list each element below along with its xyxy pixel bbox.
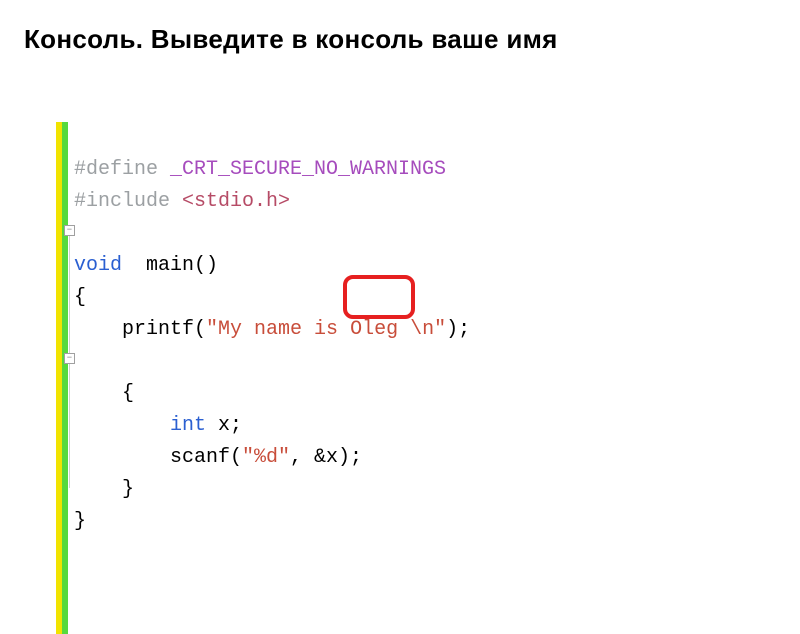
- scanf-format: "%d": [242, 446, 290, 469]
- indent-dots: [74, 446, 170, 469]
- indent-dots: [74, 414, 170, 437]
- define-directive: #define: [74, 158, 170, 181]
- int-keyword: int: [170, 414, 206, 437]
- var-decl: x;: [206, 414, 242, 437]
- code-block: #define _CRT_SECURE_NO_WARNINGS #include…: [56, 122, 696, 634]
- name-highlight-box: [343, 275, 415, 319]
- include-directive: #include: [74, 190, 182, 213]
- fold-guide-line: [69, 236, 70, 488]
- string-literal-a: "My name is: [206, 318, 350, 341]
- scanf-close: , &x);: [290, 446, 362, 469]
- void-keyword: void: [74, 254, 122, 277]
- indent-dots: [74, 478, 122, 501]
- macro-name: _CRT_SECURE_NO_WARNINGS: [170, 158, 446, 181]
- printf-call: printf(: [122, 318, 206, 341]
- printf-close: );: [446, 318, 470, 341]
- indent-dots: [74, 318, 122, 341]
- scanf-call: scanf(: [170, 446, 242, 469]
- close-brace-main: }: [74, 510, 86, 533]
- open-brace-inner: {: [122, 382, 134, 405]
- include-header: <stdio.h>: [182, 190, 290, 213]
- string-literal-b: \n": [410, 318, 446, 341]
- slide-title: Консоль. Выведите в консоль ваше имя: [0, 0, 800, 55]
- close-brace-inner: }: [122, 478, 134, 501]
- open-brace-main: {: [74, 286, 86, 309]
- string-literal-name: Oleg: [350, 318, 410, 341]
- code-content: #define _CRT_SECURE_NO_WARNINGS #include…: [68, 122, 470, 634]
- main-signature: main(): [122, 254, 218, 277]
- indent-dots: [74, 382, 122, 405]
